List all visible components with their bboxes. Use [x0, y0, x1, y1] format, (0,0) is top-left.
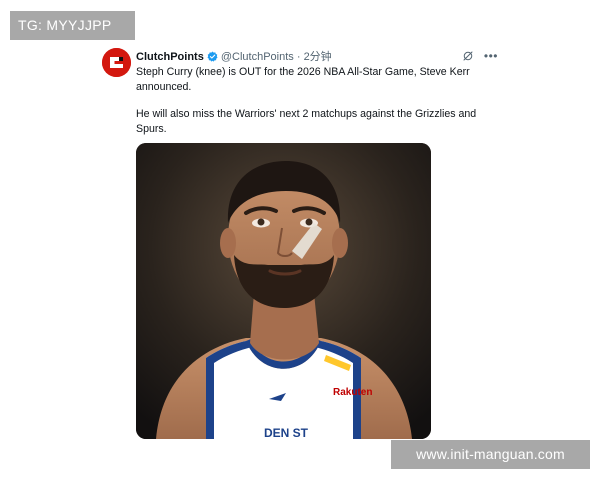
tweet-paragraph-1: Steph Curry (knee) is OUT for the 2026 N…	[136, 66, 470, 93]
author-avatar[interactable]	[102, 48, 131, 77]
jersey-team-text: DEN ST	[264, 426, 309, 439]
site-watermark: www.init-manguan.com	[391, 440, 590, 469]
clutchpoints-logo	[102, 48, 131, 77]
separator-dot: ·	[296, 51, 301, 63]
tweet-text: Steph Curry (knee) is OUT for the 2026 N…	[136, 65, 496, 137]
tweet-header: ClutchPoints @ClutchPoints · 2分钟 •••	[136, 49, 506, 65]
player-photo-illustration: Rakuten DEN ST	[136, 143, 431, 439]
telegram-banner: TG: MYYJJPP	[10, 11, 135, 40]
more-horizontal-icon[interactable]: •••	[484, 48, 498, 64]
author-name[interactable]: ClutchPoints	[136, 51, 204, 63]
tweet-paragraph-2: He will also miss the Warriors' next 2 m…	[136, 108, 477, 135]
tweet-photo[interactable]: Rakuten DEN ST	[136, 143, 431, 439]
jersey-sponsor-text: Rakuten	[333, 387, 372, 398]
tweet-time[interactable]: 2分钟	[304, 51, 332, 63]
author-handle[interactable]: @ClutchPoints	[221, 51, 294, 63]
